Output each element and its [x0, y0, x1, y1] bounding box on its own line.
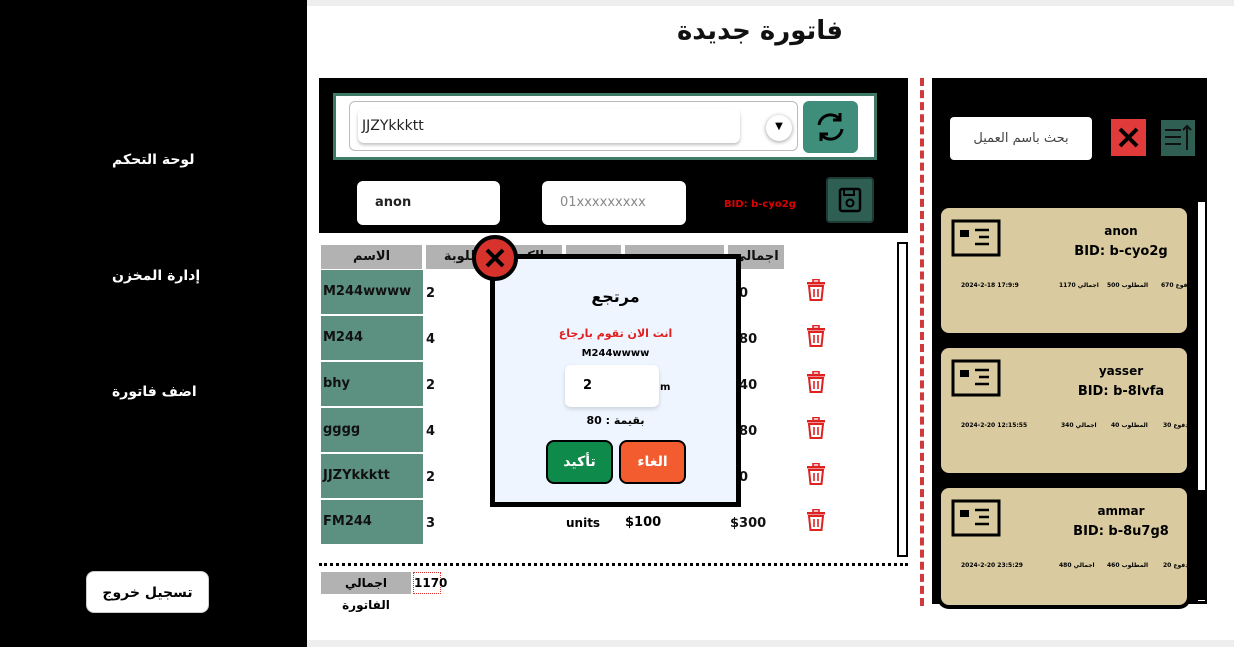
- row-name: FM244: [321, 500, 423, 544]
- client-required: المطلوب 40: [1111, 422, 1148, 429]
- sort-button[interactable]: [1161, 120, 1195, 156]
- row-qty: 2: [426, 378, 436, 393]
- client-required: المطلوب 460: [1107, 562, 1149, 569]
- sidebar-item-label: لوحة التحكم: [112, 152, 195, 168]
- row-name: M244wwww: [321, 270, 423, 314]
- logout-button[interactable]: تسجيل خروج: [86, 571, 209, 613]
- row-price: $100: [625, 515, 662, 530]
- save-button[interactable]: [826, 177, 874, 223]
- trash-icon[interactable]: [806, 279, 826, 301]
- modal-item-name: M244wwww: [581, 348, 650, 359]
- client-bid: BID: b-8u7g8: [1073, 524, 1169, 539]
- divider: [319, 563, 908, 566]
- row-qty: 2: [426, 470, 436, 485]
- close-icon: [1118, 127, 1139, 148]
- page-title: فاتورة جديدة: [676, 16, 844, 46]
- id-card-icon: [951, 219, 1001, 257]
- row-name: JJZYkkktt: [321, 454, 423, 498]
- row-name: gggg: [321, 408, 423, 452]
- invoice-bid: BID: b-cyo2g: [724, 199, 796, 210]
- close-icon: [485, 248, 505, 268]
- client-name: anon: [1104, 224, 1138, 238]
- invoice-total-label: اجمالي الفاتورة: [321, 572, 411, 612]
- sidebar: لوحة التحكم إدارة المخزن اضف فاتورة تسجي…: [0, 0, 307, 647]
- client-required: المطلوب 500: [1107, 282, 1149, 289]
- row-unit: units: [566, 516, 601, 530]
- client-paid: المدفوع 670: [1161, 282, 1200, 289]
- bottom-strip: [307, 640, 1234, 647]
- client-date: 2024-2-20 12:15:55: [961, 422, 1028, 429]
- row-qty: 2: [426, 286, 436, 301]
- modal-unit: m: [660, 382, 671, 393]
- cancel-button[interactable]: الغاء: [619, 440, 686, 484]
- modal-value: بقيمة : 80: [586, 414, 645, 427]
- refresh-button[interactable]: [803, 101, 858, 153]
- trash-icon[interactable]: [806, 417, 826, 439]
- row-total: $300: [730, 516, 767, 531]
- trash-icon[interactable]: [806, 371, 826, 393]
- client-bid: BID: b-cyo2g: [1074, 244, 1168, 259]
- sidebar-item-label: اضف فاتورة: [112, 384, 197, 400]
- client-date: 2024-2-18 17:9:9: [961, 282, 1019, 289]
- col-header-name: الاسم: [321, 245, 424, 269]
- sidebar-item-label: إدارة المخزن: [112, 268, 201, 284]
- section-divider: [920, 78, 924, 606]
- client-bid: BID: b-8lvfa: [1077, 384, 1165, 399]
- refresh-icon: [817, 113, 844, 141]
- top-strip: [307, 0, 1234, 6]
- client-name: yasser: [1098, 364, 1144, 378]
- client-total: اجمالي 1170: [1059, 282, 1099, 289]
- trash-icon[interactable]: [806, 463, 826, 485]
- trash-icon[interactable]: [806, 509, 826, 531]
- close-button[interactable]: [472, 235, 518, 281]
- trash-icon[interactable]: [806, 325, 826, 347]
- client-date: 2024-2-20 23:5:29: [961, 562, 1023, 569]
- row-name: M244: [321, 316, 423, 360]
- confirm-button[interactable]: تأكيد: [546, 440, 613, 484]
- client-paid: المدفوع 30: [1163, 422, 1198, 429]
- client-search-input[interactable]: بحث باسم العميل: [950, 117, 1092, 160]
- chevron-down-icon[interactable]: ▼: [766, 115, 792, 141]
- row-qty: 4: [426, 424, 436, 439]
- modal-warning: انت الان تقوم بارجاع: [558, 327, 673, 340]
- invoice-total-value: 1170: [413, 572, 447, 594]
- client-paid: المدفوع 20: [1163, 562, 1198, 569]
- id-card-icon: [951, 359, 1001, 397]
- client-card[interactable]: ammar BID: b-8u7g8 المدفوع 20 المطلوب 46…: [937, 484, 1197, 609]
- sort-icon: [1165, 124, 1192, 150]
- phone-field[interactable]: 01xxxxxxxxx: [542, 181, 686, 225]
- app: لوحة التحكم إدارة المخزن اضف فاتورة تسجي…: [0, 0, 1234, 647]
- save-icon: [838, 187, 862, 213]
- client-name: ammar: [1097, 504, 1145, 518]
- product-select-value[interactable]: JJZYkkktt: [358, 109, 740, 143]
- id-card-icon: [951, 499, 1001, 537]
- table-scrollbar[interactable]: [897, 242, 908, 557]
- client-total: اجمالي 480: [1059, 562, 1095, 569]
- clients-scrollbar-thumb[interactable]: [1198, 490, 1205, 600]
- modal-title: مرتجع: [591, 287, 640, 306]
- row-qty: 3: [426, 516, 436, 531]
- client-card[interactable]: yasser BID: b-8lvfa المدفوع 30 المطلوب 4…: [937, 344, 1197, 477]
- row-name: bhy: [321, 362, 423, 406]
- return-quantity-input[interactable]: 2: [565, 365, 659, 407]
- customer-name-field[interactable]: anon: [357, 181, 500, 225]
- client-card[interactable]: anon BID: b-cyo2g المدفوع 670 المطلوب 50…: [937, 204, 1199, 337]
- clear-search-button[interactable]: [1111, 119, 1146, 156]
- row-qty: 4: [426, 332, 436, 347]
- client-total: اجمالي 340: [1061, 422, 1097, 429]
